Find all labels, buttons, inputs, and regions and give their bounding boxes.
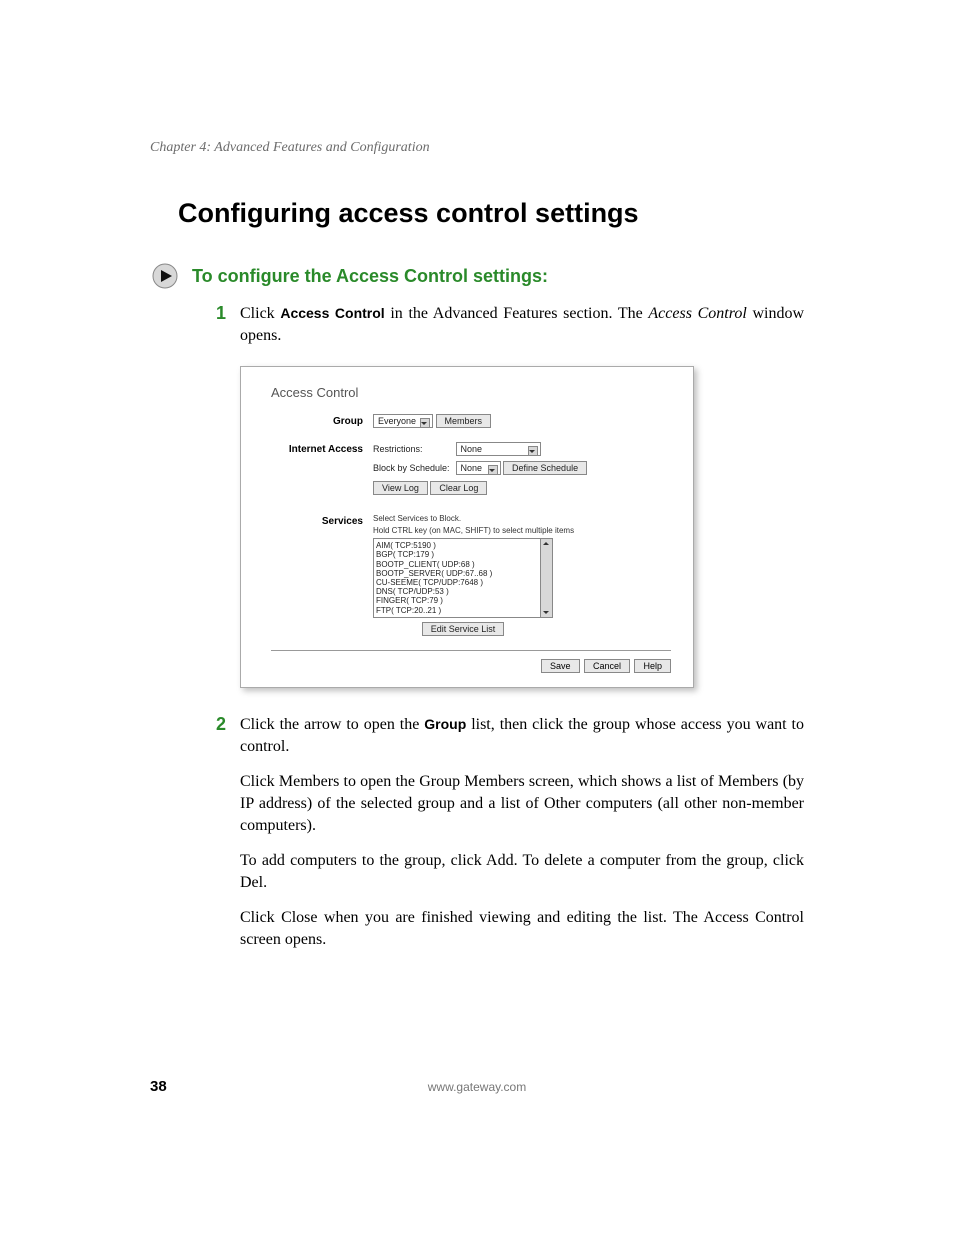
group-select[interactable]: Everyone: [373, 414, 433, 428]
step-number: 1: [216, 303, 240, 346]
save-button[interactable]: Save: [541, 659, 580, 673]
page-title: Configuring access control settings: [178, 198, 804, 229]
block-schedule-label: Block by Schedule:: [373, 463, 453, 473]
text: Click the arrow to open the: [240, 716, 424, 733]
members-button[interactable]: Members: [436, 414, 492, 428]
list-item[interactable]: FINGER( TCP:79 ): [376, 596, 540, 605]
paragraph: To add computers to the group, click Add…: [240, 850, 804, 893]
text: Click: [240, 305, 280, 322]
block-schedule-select[interactable]: None: [456, 461, 501, 475]
edit-service-list-button[interactable]: Edit Service List: [422, 622, 505, 636]
services-hint-2: Hold CTRL key (on MAC, SHIFT) to select …: [373, 526, 671, 535]
help-button[interactable]: Help: [634, 659, 671, 673]
play-icon: [152, 263, 178, 289]
text: when you are finished viewing and editin…: [318, 909, 704, 926]
bold-text: Members: [279, 773, 339, 790]
screenshot-figure: Access Control Group Everyone Members In…: [240, 366, 804, 688]
text: Click: [240, 909, 281, 926]
access-control-window: Access Control Group Everyone Members In…: [240, 366, 694, 688]
text: screen opens.: [240, 931, 326, 948]
text: . To delete a computer from the group, c…: [514, 852, 804, 869]
define-schedule-button[interactable]: Define Schedule: [503, 461, 587, 475]
step-1: 1 Click Access Control in the Advanced F…: [216, 303, 804, 346]
group-label: Group: [271, 414, 373, 427]
task-title: To configure the Access Control settings…: [192, 266, 548, 287]
restrictions-select[interactable]: None: [456, 442, 541, 456]
group-row: Group Everyone Members: [271, 414, 671, 428]
page-footer: 38 www.gateway.com: [150, 1078, 804, 1095]
view-log-button[interactable]: View Log: [373, 481, 428, 495]
services-label: Services: [271, 514, 373, 527]
step-text: Click Access Control in the Advanced Fea…: [240, 303, 804, 346]
list-item[interactable]: FTP( TCP:20..21 ): [376, 606, 540, 615]
list-item[interactable]: DNS( TCP/UDP:53 ): [376, 587, 540, 596]
window-title: Access Control: [271, 385, 671, 400]
step-number: 2: [216, 714, 240, 757]
bold-text: Group: [424, 716, 466, 732]
list-item[interactable]: CU-SEEME( TCP/UDP:7648 ): [376, 578, 540, 587]
step-text: Click the arrow to open the Group list, …: [240, 714, 804, 757]
steps-list-2: 2 Click the arrow to open the Group list…: [216, 714, 804, 757]
bold-text: Close: [281, 909, 317, 926]
internet-access-row: Internet Access Restrictions: None Block…: [271, 442, 671, 500]
bold-text: Add: [486, 852, 514, 869]
italic-text: Access Control: [648, 305, 746, 322]
bold-text: Access Control: [280, 305, 384, 321]
internet-access-label: Internet Access: [271, 442, 373, 455]
paragraph: Click Close when you are finished viewin…: [240, 907, 804, 950]
page: Chapter 4: Advanced Features and Configu…: [0, 0, 954, 1235]
list-item[interactable]: BOOTP_SERVER( UDP:67..68 ): [376, 569, 540, 578]
restrictions-label: Restrictions:: [373, 444, 453, 454]
services-listbox[interactable]: AIM( TCP:5190 ) BGP( TCP:179 ) BOOTP_CLI…: [373, 538, 553, 618]
cancel-button[interactable]: Cancel: [584, 659, 630, 673]
scrollbar[interactable]: [540, 539, 552, 617]
window-footer: Save Cancel Help: [271, 650, 671, 675]
paragraph: Click Members to open the Group Members …: [240, 771, 804, 836]
text: To add computers to the group, click: [240, 852, 486, 869]
text: Click: [240, 773, 279, 790]
services-hint: Select Services to Block.: [373, 514, 671, 523]
chapter-header: Chapter 4: Advanced Features and Configu…: [150, 140, 804, 156]
list-item[interactable]: AIM( TCP:5190 ): [376, 541, 540, 550]
footer-url: www.gateway.com: [150, 1080, 804, 1094]
italic-text: Group Members: [419, 773, 525, 790]
steps-list: 1 Click Access Control in the Advanced F…: [216, 303, 804, 346]
bold-text: Del: [240, 874, 263, 891]
text: in the Advanced Features section. The: [385, 305, 649, 322]
step-2: 2 Click the arrow to open the Group list…: [216, 714, 804, 757]
text: .: [263, 874, 267, 891]
services-row: Services Select Services to Block. Hold …: [271, 514, 671, 636]
list-item[interactable]: BGP( TCP:179 ): [376, 550, 540, 559]
clear-log-button[interactable]: Clear Log: [430, 481, 487, 495]
list-item[interactable]: BOOTP_CLIENT( UDP:68 ): [376, 560, 540, 569]
italic-text: Access Control: [703, 909, 804, 926]
text: to open the: [339, 773, 419, 790]
task-heading: To configure the Access Control settings…: [152, 263, 804, 289]
